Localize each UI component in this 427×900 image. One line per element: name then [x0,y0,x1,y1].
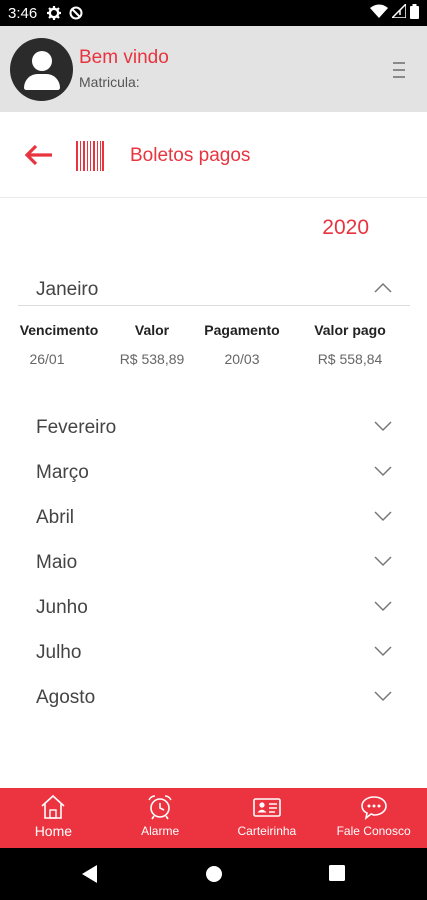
barcode-icon [76,141,104,171]
welcome-text: Bem vindo [79,47,169,68]
month-agosto[interactable]: Agosto [18,682,410,714]
month-maio[interactable]: Maio [18,547,410,579]
avatar-body [24,73,60,90]
month-label: Agosto [36,687,96,708]
month-fevereiro[interactable]: Fevereiro [18,412,410,444]
home-icon [41,794,65,819]
status-right-icons [370,2,419,23]
column-header: Valor [134,322,170,338]
status-bar: 3:46 [0,0,427,26]
column-header: Valor pago [314,322,386,338]
year-label[interactable]: 2020 [322,216,369,240]
month-janeiro[interactable]: Janeiro [18,274,410,306]
table-cell: 26/01 [29,351,65,367]
signal-icon [390,2,407,22]
page-title: Boletos pagos [130,145,251,166]
title-bar: Boletos pagos [0,114,427,198]
battery-icon [410,3,419,23]
table-header-row: Vencimento Valor Pagamento Valor pago [0,322,427,344]
month-label: Maio [36,552,78,573]
chevron-down-icon [374,646,392,657]
welcome-block: Bem vindo Matricula: [79,46,169,92]
avatar-head [32,50,52,71]
sync-off-icon [69,6,83,20]
chevron-down-icon [374,511,392,522]
menu-icon[interactable] [393,62,405,78]
table-row: 26/01 R$ 538,89 20/03 R$ 558,84 [0,351,427,373]
system-home-icon[interactable] [205,865,223,883]
month-label: Janeiro [36,278,99,300]
table-cell: 20/03 [224,351,260,367]
nav-label: Fale Conosco [336,824,411,838]
month-abril[interactable]: Abril [18,502,410,534]
month-label: Fevereiro [36,417,117,438]
system-recents-icon[interactable] [329,865,345,881]
alarm-clock-icon [148,795,172,820]
wifi-icon [370,4,388,22]
column-header: Pagamento [204,322,280,338]
matricula-label: Matricula: [79,74,140,90]
system-nav-bar [0,848,427,900]
column-header: Vencimento [19,322,99,338]
id-card-icon [253,798,281,817]
month-label: Julho [36,642,82,663]
chevron-down-icon [374,601,392,612]
chevron-up-icon [374,282,392,293]
nav-label: Alarme [141,824,180,838]
gear-icon [47,6,62,20]
month-marco[interactable]: Março [18,457,410,489]
back-arrow-icon[interactable] [24,144,54,166]
chevron-down-icon [374,466,392,477]
nav-home[interactable]: Home [0,788,107,848]
month-julho[interactable]: Julho [18,637,410,669]
nav-alarme[interactable]: Alarme [107,788,214,848]
app-header: Bem vindo Matricula: [0,26,427,112]
month-label: Abril [36,507,75,528]
nav-fale-conosco[interactable]: Fale Conosco [320,788,427,848]
status-time: 3:46 [8,4,38,22]
screen: 3:46 Bem vindo Matricula: Boletos pagos … [0,0,427,900]
nav-carteirinha[interactable]: Carteirinha [214,788,321,848]
month-junho[interactable]: Junho [18,592,410,624]
chevron-down-icon [374,556,392,567]
chat-bubble-icon [360,796,387,820]
chevron-down-icon [374,691,392,702]
nav-label: Home [34,823,73,839]
system-back-icon[interactable] [82,865,98,883]
avatar[interactable] [10,37,73,101]
table-cell: R$ 558,84 [317,351,383,367]
month-label: Março [36,462,89,483]
bottom-nav: Home Alarme Carteirinha Fale Conosco [0,788,427,848]
nav-label: Carteirinha [237,824,297,838]
table-cell: R$ 538,89 [119,351,185,367]
chevron-down-icon [374,421,392,432]
payment-table: Vencimento Valor Pagamento Valor pago 26… [0,322,427,373]
month-label: Junho [36,597,88,618]
